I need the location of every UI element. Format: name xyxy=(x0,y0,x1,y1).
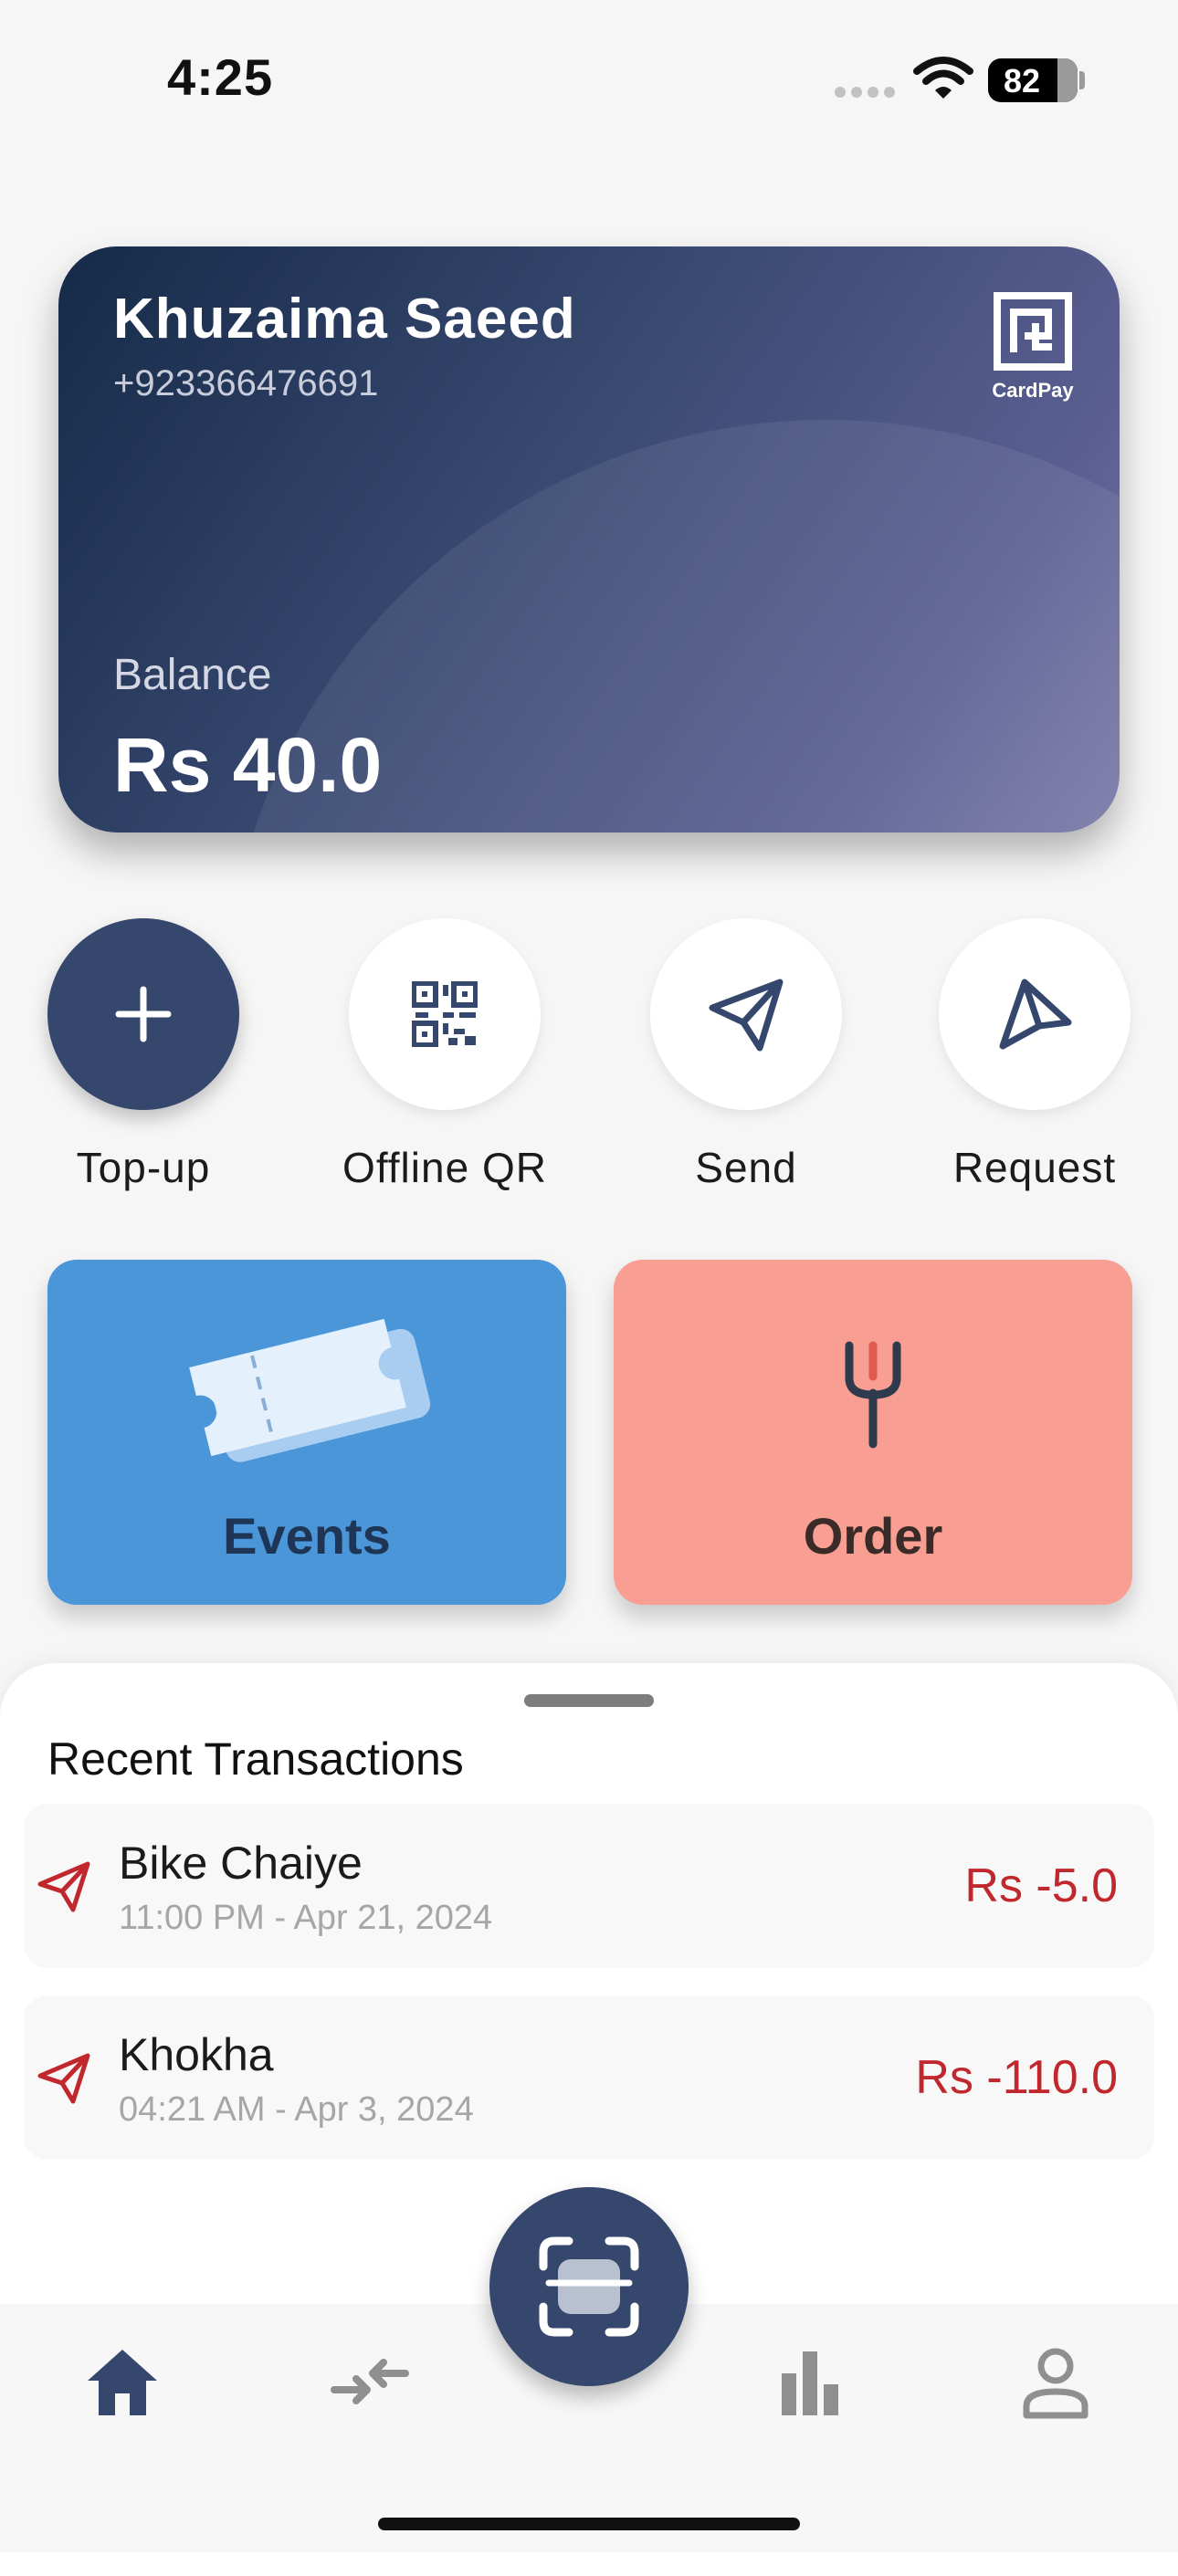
offline-qr-label: Offline QR xyxy=(342,1144,547,1191)
transaction-time: 11:00 PM - Apr 21, 2024 xyxy=(119,1899,493,1937)
send-action[interactable]: Send xyxy=(650,918,842,1191)
balance-card[interactable]: Khuzaima Saeed +923366476691 CardPay Bal… xyxy=(58,246,1120,832)
card-holder-name: Khuzaima Saeed xyxy=(113,288,576,351)
transaction-row[interactable]: Bike Chaiye 11:00 PM - Apr 21, 2024 Rs -… xyxy=(24,1804,1154,1968)
events-tile[interactable]: Events xyxy=(47,1260,566,1605)
wifi-icon xyxy=(913,57,973,105)
cardpay-logo: CardPay xyxy=(992,292,1074,403)
request-label: Request xyxy=(952,1144,1117,1191)
home-icon[interactable] xyxy=(84,2346,161,2419)
battery-nub xyxy=(1079,71,1085,89)
transaction-name: Khokha xyxy=(119,2029,274,2080)
battery-level: 82 xyxy=(1003,62,1041,99)
cardpay-logo-icon xyxy=(994,292,1072,371)
transaction-time: 04:21 AM - Apr 3, 2024 xyxy=(119,2090,474,2129)
offline-qr-action[interactable]: Offline QR xyxy=(342,918,546,1191)
topup-label: Top-up xyxy=(76,1144,211,1191)
offline-qr-button[interactable] xyxy=(349,918,541,1110)
order-label: Order xyxy=(803,1507,943,1565)
sheet-drag-handle[interactable] xyxy=(524,1694,654,1707)
topup-action[interactable]: Top-up xyxy=(47,918,239,1191)
cardpay-logo-text: CardPay xyxy=(992,379,1074,402)
qr-code-icon xyxy=(412,981,478,1047)
send-icon xyxy=(37,1861,90,1912)
plus-icon xyxy=(115,986,172,1042)
fork-icon xyxy=(845,1341,901,1449)
transaction-amount: Rs -110.0 xyxy=(915,2051,1118,2104)
transaction-row[interactable]: Khokha 04:21 AM - Apr 3, 2024 Rs -110.0 xyxy=(24,1995,1154,2160)
recent-transactions-title: Recent Transactions xyxy=(47,1733,464,1785)
home-indicator xyxy=(378,2518,800,2530)
scan-button[interactable] xyxy=(489,2187,689,2386)
request-action[interactable]: Request xyxy=(939,918,1131,1191)
status-time: 4:25 xyxy=(167,48,274,106)
card-phone-number: +923366476691 xyxy=(113,363,379,403)
send-button[interactable] xyxy=(650,918,842,1110)
scan-icon xyxy=(539,2236,639,2337)
ticket-icon xyxy=(189,1318,431,1462)
order-tile[interactable]: Order xyxy=(614,1260,1132,1605)
balance-amount: Rs 40.0 xyxy=(113,722,383,808)
balance-label: Balance xyxy=(113,651,272,699)
profile-icon[interactable] xyxy=(1021,2346,1090,2419)
send-icon xyxy=(709,979,784,1052)
stats-icon[interactable] xyxy=(778,2346,842,2419)
transaction-amount: Rs -5.0 xyxy=(964,1859,1118,1912)
request-icon xyxy=(999,979,1072,1050)
request-button[interactable] xyxy=(939,918,1131,1110)
events-label: Events xyxy=(223,1507,391,1565)
topup-button[interactable] xyxy=(47,918,239,1110)
transfer-icon[interactable] xyxy=(329,2346,411,2419)
transaction-name: Bike Chaiye xyxy=(119,1838,363,1889)
signal-icon xyxy=(835,86,900,102)
send-label: Send xyxy=(695,1144,797,1191)
send-icon xyxy=(37,2053,90,2104)
battery-icon: 82 xyxy=(988,58,1078,102)
